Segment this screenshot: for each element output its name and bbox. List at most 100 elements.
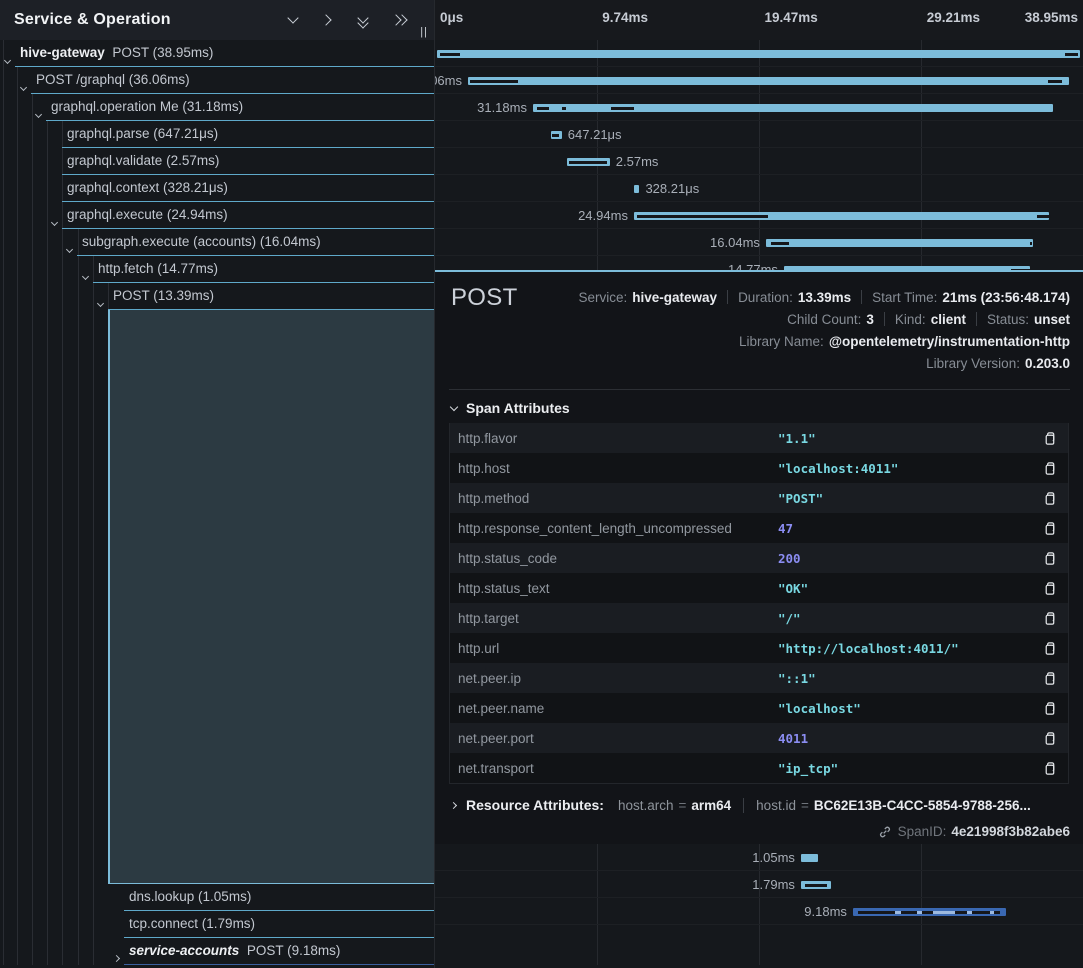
bar-self-time-segment [562, 107, 565, 110]
span-meta-line: Child Count:3Kind:clientStatus:unset [578, 308, 1070, 330]
bar-self-time-segment [552, 134, 559, 137]
axis-tick-label: 19.47ms [765, 10, 818, 25]
attribute-row: http.response_content_length_uncompresse… [450, 513, 1068, 543]
copy-icon[interactable] [1040, 519, 1058, 537]
attribute-value: "ip_tcp" [778, 761, 1040, 776]
chevron-right-icon[interactable] [114, 948, 119, 966]
span-row-label: hive-gateway POST (38.95ms) [20, 45, 213, 60]
span-duration-bar[interactable] [437, 50, 1080, 58]
tree-row[interactable]: http.fetch (14.77ms) [0, 256, 434, 283]
copy-icon[interactable] [1040, 639, 1058, 657]
copy-icon[interactable] [1040, 429, 1058, 447]
copy-icon[interactable] [1040, 729, 1058, 747]
bar-self-time-segment [569, 161, 606, 164]
resource-attributes-row[interactable]: Resource Attributes: host.arch=arm64host… [451, 797, 1031, 813]
timeline-row[interactable]: 31.18ms [435, 94, 1083, 121]
operation-label: graphql.operation Me (31.18ms) [51, 99, 243, 114]
tree-row[interactable]: POST /graphql (36.06ms) [0, 67, 434, 94]
bar-self-time-segment [1030, 242, 1032, 245]
bar-duration-label: 328.21μs [645, 181, 699, 196]
link-icon[interactable] [878, 825, 892, 839]
bar-event-segment [917, 911, 922, 914]
tree-row[interactable]: tcp.connect (1.79ms) [0, 911, 434, 938]
tree-row[interactable]: hive-gateway POST (38.95ms) [0, 40, 434, 67]
operation-label: graphql.execute (24.94ms) [67, 207, 228, 222]
timeline-row[interactable]: 16.04ms [435, 229, 1083, 256]
copy-icon[interactable] [1040, 459, 1058, 477]
copy-icon[interactable] [1040, 489, 1058, 507]
chevron-down-icon[interactable] [98, 293, 103, 311]
resource-value: BC62E13B-C4CC-5854-9788-256... [814, 798, 1031, 813]
bar-event-segment [990, 911, 994, 914]
tree-row[interactable]: dns.lookup (1.05ms) [0, 884, 434, 911]
timeline-row[interactable]: 36.06ms [435, 67, 1083, 94]
attribute-row: http.status_text"OK" [450, 573, 1068, 603]
timeline-row[interactable]: 647.21μs [435, 121, 1083, 148]
attribute-value: 4011 [778, 731, 1040, 746]
operation-label: graphql.context (328.21μs) [67, 180, 228, 195]
timeline-row[interactable]: 24.94ms [435, 202, 1083, 229]
collapse-one-icon[interactable] [287, 13, 301, 27]
tree-row[interactable]: graphql.validate (2.57ms) [0, 148, 434, 175]
span-id-row: SpanID: 4e21998f3b82abe6 [878, 824, 1070, 839]
chevron-down-icon[interactable] [83, 266, 88, 284]
tree-row[interactable]: graphql.execute (24.94ms) [0, 202, 434, 229]
resource-pair: host.arch=arm64 [618, 798, 731, 813]
bar-self-time-segment [771, 242, 789, 245]
bar-duration-label: 1.79ms [752, 877, 795, 892]
meta-label: Status: [987, 312, 1029, 327]
attribute-value: "OK" [778, 581, 1040, 596]
chevron-down-icon [450, 402, 458, 410]
timeline-row[interactable]: 1.05ms [435, 844, 1083, 871]
span-duration-bar[interactable] [801, 854, 818, 862]
bar-self-time-segment [470, 80, 518, 83]
timeline-axis-header: 0μs9.74ms19.47ms29.21ms38.95ms [435, 0, 1083, 40]
chevron-down-icon[interactable] [21, 77, 26, 95]
meta-value: hive-gateway [632, 290, 717, 305]
meta-value: @opentelemetry/instrumentation-http [829, 334, 1070, 349]
span-row-label: subgraph.execute (accounts) (16.04ms) [82, 234, 321, 249]
chevron-down-icon[interactable] [52, 212, 57, 230]
panel-resize-handle[interactable]: || [420, 26, 428, 38]
copy-icon[interactable] [1040, 759, 1058, 777]
expand-one-icon[interactable] [322, 13, 336, 27]
span-tree: hive-gateway POST (38.95ms) POST /graphql… [0, 40, 434, 968]
service-name: service-accounts [129, 943, 239, 958]
timeline-row[interactable]: 38.95ms [435, 40, 1083, 67]
chevron-down-icon[interactable] [5, 50, 10, 68]
resource-key: host.arch [618, 798, 674, 813]
timeline-row[interactable]: 328.21μs [435, 175, 1083, 202]
tree-row[interactable]: graphql.operation Me (31.18ms) [0, 94, 434, 121]
span-row-label: graphql.execute (24.94ms) [67, 207, 228, 222]
row-underline [124, 964, 434, 965]
span-attributes-toggle[interactable]: Span Attributes [451, 400, 570, 416]
timeline-row[interactable]: 9.18ms [435, 898, 1083, 925]
timeline-row[interactable]: 2.57ms [435, 148, 1083, 175]
collapse-all-icon[interactable] [357, 13, 371, 27]
copy-icon[interactable] [1040, 549, 1058, 567]
service-operation-panel: Service & Operation || hive-gateway POST… [0, 0, 434, 968]
tree-row[interactable]: POST (13.39ms) [0, 283, 434, 310]
expand-all-icon[interactable] [392, 13, 406, 27]
bar-self-time-segment [537, 107, 549, 110]
span-duration-bar[interactable] [634, 185, 639, 193]
copy-icon[interactable] [1040, 669, 1058, 687]
tree-row[interactable]: subgraph.execute (accounts) (16.04ms) [0, 229, 434, 256]
attribute-row: net.peer.name"localhost" [450, 693, 1068, 723]
span-duration-bar[interactable] [766, 239, 1033, 247]
attribute-value: "http://localhost:4011/" [778, 641, 1040, 656]
tree-row[interactable]: graphql.context (328.21μs) [0, 175, 434, 202]
attribute-key: net.peer.name [458, 701, 778, 716]
copy-icon[interactable] [1040, 609, 1058, 627]
tree-row[interactable]: graphql.parse (647.21μs) [0, 121, 434, 148]
chevron-down-icon[interactable] [36, 104, 41, 122]
timeline-row[interactable]: 1.79ms [435, 871, 1083, 898]
meta-divider [976, 312, 977, 326]
chevron-down-icon[interactable] [67, 239, 72, 257]
tree-row[interactable]: service-accounts POST (9.18ms) [0, 938, 434, 965]
span-duration-bar[interactable] [468, 77, 1069, 85]
copy-icon[interactable] [1040, 699, 1058, 717]
left-panel-header: Service & Operation || [0, 0, 434, 40]
attribute-key: net.transport [458, 761, 778, 776]
copy-icon[interactable] [1040, 579, 1058, 597]
